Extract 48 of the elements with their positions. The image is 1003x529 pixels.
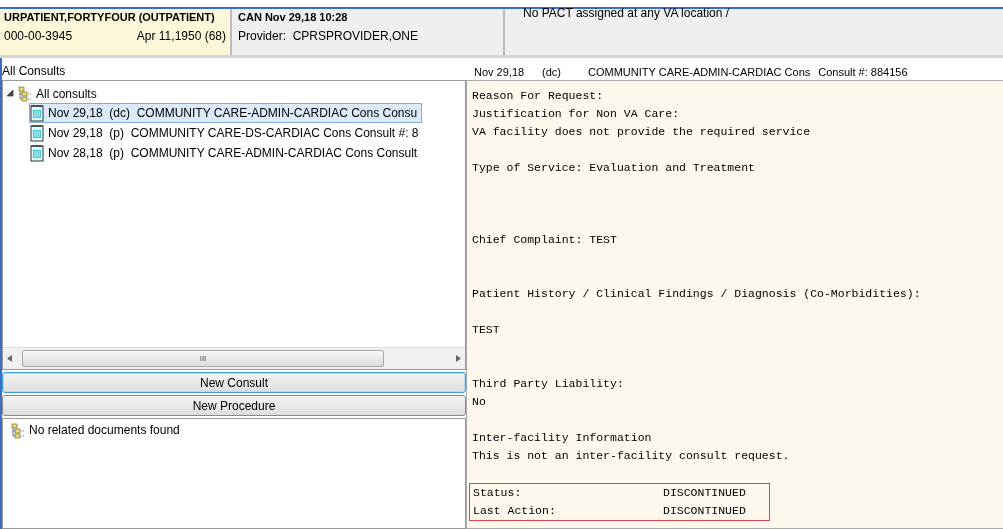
related-documents-panel[interactable]: No related documents found [2,418,466,529]
document-icon [30,104,44,122]
note-line: Justification for Non VA Care: [472,106,681,122]
related-empty-label: No related documents found [29,423,180,437]
consults-tree[interactable]: All consults Nov 29,18 (dc) COMMUNITY CARE-ADMIN-CARDIAC Cons Consu Nov 29,18 (p) COMMUNITY CARE-DS-CARDIAC Cons Consult #: 8 Nov 28,18 (p) COMMUNITY CARE-ADMIN-CARDIAC Cons Consult III [2,80,466,370]
status-label: Last Action: [473,503,557,519]
note-line: No [472,394,487,410]
folder-tree-icon [18,85,32,102]
provider-label: Provider: CPRSPROVIDER,ONE [238,29,419,43]
patient-ssn: 000-00-3945 [4,29,73,43]
document-icon [30,124,44,142]
left-arrow-icon[interactable] [7,355,12,362]
action-button[interactable]: New Procedure [2,395,466,416]
consult-item[interactable]: Nov 29,18 (p) COMMUNITY CARE-DS-CARDIAC Cons Consult #: 8 [29,123,424,143]
scrollbar-thumb[interactable]: III [22,350,384,367]
note-line: VA facility does not provide the required service [472,124,812,140]
consult-item[interactable]: Nov 29,18 (dc) COMMUNITY CARE-ADMIN-CARDIAC Cons Consu [29,103,423,123]
detail-header-text: Nov 29,18 [474,66,526,78]
document-icon [30,144,44,162]
pact-text: No PACT assigned at any VA location / [523,6,731,20]
consults-title: All Consults [2,64,66,78]
note-line: Inter-facility Information [472,430,653,446]
folder-tree-icon [11,423,25,439]
note-line: Chief Complaint: TEST [472,232,618,248]
right-arrow-icon[interactable] [456,355,461,362]
encounter-panel[interactable]: CAN Nov 29,18 10:28 Provider: CPRSPROVIDER,ONE [232,9,505,55]
detail-header-text: (dc) [542,66,562,78]
patient-dob: Apr 11,1950 (68) [136,29,226,43]
note-line: TEST [472,322,501,338]
expand-triangle-icon[interactable] [7,90,14,97]
action-button[interactable]: New Consult [2,372,466,393]
note-line: Third Party Liability: [472,376,625,392]
status-label: Status: [473,485,523,501]
note-line: Type of Service: Evaluation and Treatment [472,160,756,176]
patient-name: URPATIENT,FORTYFOUR (OUTPATIENT) [4,10,215,24]
tree-root-label[interactable]: All consults [36,86,97,101]
pact-panel[interactable]: No PACT assigned at any VA location / [505,9,1003,55]
horizontal-scrollbar[interactable]: III [3,347,465,369]
encounter-title: CAN Nov 29,18 10:28 [238,10,348,24]
note-line: Reason For Request: [472,88,605,104]
status-value: DISCONTINUED [663,503,746,519]
patient-panel[interactable]: URPATIENT,FORTYFOUR (OUTPATIENT) 000-00-3945 Apr 11,1950 (68) [0,9,232,55]
status-value: DISCONTINUED [663,485,746,501]
detail-header-text: Consult #: 884156 [818,66,909,78]
note-line: This is not an inter-facility consult request. [472,448,791,464]
consult-item[interactable]: Nov 28,18 (p) COMMUNITY CARE-ADMIN-CARDIAC Cons Consult [29,143,423,163]
note-line: Patient History / Clinical Findings / Diagnosis (Co-Morbidities): [472,286,922,302]
detail-header-text: COMMUNITY CARE-ADMIN-CARDIAC Cons [588,66,811,78]
